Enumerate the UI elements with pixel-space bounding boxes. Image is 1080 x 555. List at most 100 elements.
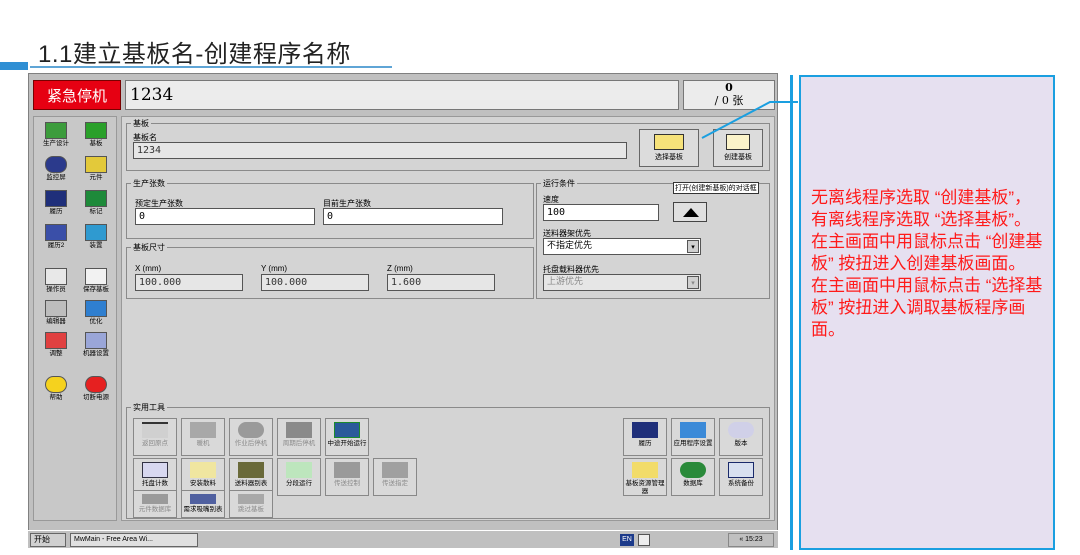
app-window: 紧急停机 1234 0 / 0 张 生产设计 基板 监控屏 元件 履历 标记 履… [28,73,778,548]
tool-step-run[interactable]: 分段运行 [277,458,321,496]
sidebar-item-optimize[interactable]: 优化 [78,299,114,329]
tool-label: 基板资源管理器 [625,480,665,495]
tool-app-settings[interactable]: 应用程序设置 [671,418,715,456]
slide-title: 1.1建立基板名-创建程序名称 [38,41,351,68]
history-tool-icon [632,422,658,438]
tool-board-explorer[interactable]: 基板资源管理器 [623,458,667,496]
start-button[interactable]: 开始 [30,533,66,547]
production-design-icon [45,122,67,139]
loose-parts-icon [190,462,216,478]
tool-version[interactable]: 版本 [719,418,763,456]
resume-run-icon [334,422,360,438]
warmup-icon [190,422,216,438]
callout-line-1: 无离线程序选取 “创建基板”，有离线程序选取 “选择基板”。 [811,188,1032,229]
tool-database[interactable]: 数据库 [671,458,715,496]
sidebar-item-history2[interactable]: 履历2 [38,223,74,253]
feeder-list-icon [238,462,264,478]
tool-label: 周期后停机 [282,440,316,447]
tool-history[interactable]: 履历 [623,418,667,456]
version-icon [728,422,754,438]
create-board-label: 创建基板 [724,154,752,161]
z-field: 1.600 [387,274,495,291]
tray-priority-select[interactable]: 上游优先 ▾ [543,274,701,291]
sidebar-item-label: 操作员 [46,286,66,293]
tool-label: 履历 [638,440,652,447]
tool-system-backup[interactable]: 系统备份 [719,458,763,496]
tool-label: 元件数据库 [138,506,172,513]
tool-parts-db[interactable]: 元件数据库 [133,490,177,518]
tool-label: 跳过基板 [238,506,264,513]
tool-warmup[interactable]: 暖机 [181,418,225,456]
nozzle-list-icon [190,494,216,504]
history-icon [45,190,67,207]
tool-label: 暖机 [196,440,210,447]
board-name-field: 1234 [133,142,627,159]
language-indicator[interactable]: EN [620,534,634,546]
callout-box: 无离线程序选取 “创建基板”，有离线程序选取 “选择基板”。 在主画面中用鼠标点… [799,75,1055,550]
task-label: MwMain - Free Area Wi... [74,536,153,543]
main-panel: 基板 基板名 1234 选择基板 创建基板 生产张数 预定生产张数 0 目前生产… [121,116,775,521]
sidebar-item-board[interactable]: 基板 [78,121,114,151]
tool-conveyor-control[interactable]: 传送控制 [325,458,369,496]
callout-line-3: 在主画面中用鼠标点击 “选择基板” 按扭进入调取基板程序画面。 [811,276,1043,339]
help-icon [45,376,67,393]
sidebar-item-help[interactable]: 帮助 [38,375,74,405]
tool-skip-board[interactable]: 跳过基板 [229,490,273,518]
program-name-display: 1234 [125,80,679,110]
chevron-down-icon: ▾ [687,276,699,289]
select-board-button[interactable]: 选择基板 [639,129,699,167]
sidebar-item-machine-settings[interactable]: 机器设置 [78,331,114,361]
sidebar-item-label: 机器设置 [83,350,109,357]
tool-nozzle-list[interactable]: 需求吸嘴别表 [181,490,225,518]
tool-resume-run[interactable]: 中途开始运行 [325,418,369,456]
production-count-group: 生产张数 预定生产张数 0 目前生产张数 0 [126,178,534,239]
save-board-icon [85,268,107,285]
emergency-stop-button[interactable]: 紧急停机 [33,80,121,110]
callout-divider [790,75,793,550]
board-explorer-icon [632,462,658,478]
current-count-input[interactable]: 0 [323,208,503,225]
title-accent-bar [0,62,28,70]
sidebar-item-power-off[interactable]: 切断电源 [78,375,114,405]
run-conditions-label: 运行条件 [541,178,577,189]
sidebar-item-adjust[interactable]: 调整 [38,331,74,361]
board-icon [85,122,107,139]
sidebar-item-device[interactable]: 装置 [78,223,114,253]
run-conditions-group: 运行条件 打开(创建新基板)的对话框 速度 100 送料器架优先 不指定优先 ▾… [536,178,770,299]
tray-priority-value: 上游优先 [547,277,584,287]
tool-stop-after-cycle[interactable]: 周期后停机 [277,418,321,456]
sidebar-item-editor[interactable]: 编辑器 [38,299,74,329]
arrow-up-icon [683,208,699,217]
sidebar-item-label: 保存基板 [83,286,109,293]
component-icon [85,156,107,173]
tool-label: 送料器别表 [234,480,268,487]
sidebar: 生产设计 基板 监控屏 元件 履历 标记 履历2 装置 操作员 保存基板 编辑器… [33,116,117,521]
sidebar-item-monitor[interactable]: 监控屏 [38,155,74,185]
sidebar-item-save-board[interactable]: 保存基板 [78,267,114,297]
sidebar-item-label: 履历 [49,208,63,215]
tool-label: 数据库 [683,480,703,487]
x-label: X (mm) [135,264,162,273]
sidebar-item-label: 基板 [89,140,103,147]
speed-up-button[interactable] [673,202,707,222]
tool-stop-after-job[interactable]: 作业后停机 [229,418,273,456]
tool-return-origin[interactable]: 返回原点 [133,418,177,456]
feeder-priority-select[interactable]: 不指定优先 ▾ [543,238,701,255]
help-tray-icon[interactable] [638,534,650,546]
tool-label: 中途开始运行 [327,440,367,447]
sidebar-item-component[interactable]: 元件 [78,155,114,185]
sidebar-item-label: 标记 [89,208,103,215]
speed-input[interactable]: 100 [543,204,659,221]
monitor-icon [45,156,67,173]
taskbar-task-mwmain[interactable]: MwMain - Free Area Wi... [70,533,198,547]
sidebar-item-operator[interactable]: 操作员 [38,267,74,297]
callout-pointer-line [701,101,798,139]
select-board-label: 选择基板 [655,154,683,161]
sidebar-item-production-design[interactable]: 生产设计 [38,121,74,151]
tool-conveyor-specify[interactable]: 传送指定 [373,458,417,496]
skip-board-icon [238,494,264,504]
sidebar-item-history[interactable]: 履历 [38,189,74,219]
sidebar-item-mark[interactable]: 标记 [78,189,114,219]
planned-count-input[interactable]: 0 [135,208,315,225]
tool-label: 版本 [734,440,748,447]
